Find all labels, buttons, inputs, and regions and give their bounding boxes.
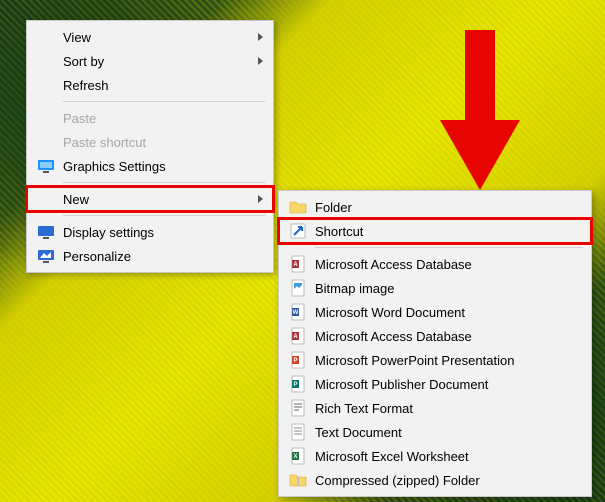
menu-item-personalize[interactable]: Personalize [27, 244, 273, 268]
menu-label: Display settings [63, 225, 154, 240]
bitmap-icon [289, 279, 307, 297]
svg-text:A: A [293, 262, 298, 268]
menu-item-paste: Paste [27, 106, 273, 130]
submenu-item-access-db2[interactable]: A Microsoft Access Database [279, 324, 591, 348]
menu-label: Paste [63, 111, 96, 126]
menu-label: Sort by [63, 54, 104, 69]
access-icon: A [289, 255, 307, 273]
svg-text:W: W [293, 310, 299, 316]
menu-label: Shortcut [315, 224, 363, 239]
menu-item-graphics-settings[interactable]: Graphics Settings [27, 154, 273, 178]
submenu-item-bitmap[interactable]: Bitmap image [279, 276, 591, 300]
svg-text:X: X [293, 454, 297, 460]
menu-label: Compressed (zipped) Folder [315, 473, 480, 488]
svg-text:A: A [293, 334, 298, 340]
menu-label: Refresh [63, 78, 109, 93]
rtf-icon [289, 399, 307, 417]
submenu-item-powerpoint[interactable]: P Microsoft PowerPoint Presentation [279, 348, 591, 372]
powerpoint-icon: P [289, 351, 307, 369]
menu-label: Microsoft PowerPoint Presentation [315, 353, 514, 368]
desktop-context-menu: View Sort by Refresh Paste Paste shortcu… [26, 20, 274, 273]
menu-label: Microsoft Access Database [315, 257, 472, 272]
new-submenu: Folder Shortcut A Microsoft Access Datab… [278, 190, 592, 497]
submenu-item-excel[interactable]: X Microsoft Excel Worksheet [279, 444, 591, 468]
submenu-item-access-db[interactable]: A Microsoft Access Database [279, 252, 591, 276]
display-icon [37, 223, 55, 241]
menu-label: Microsoft Publisher Document [315, 377, 488, 392]
menu-label: View [63, 30, 91, 45]
submenu-item-text[interactable]: Text Document [279, 420, 591, 444]
submenu-item-publisher[interactable]: P Microsoft Publisher Document [279, 372, 591, 396]
menu-label: Microsoft Access Database [315, 329, 472, 344]
publisher-icon: P [289, 375, 307, 393]
separator [63, 101, 265, 102]
excel-icon: X [289, 447, 307, 465]
text-icon [289, 423, 307, 441]
menu-item-paste-shortcut: Paste shortcut [27, 130, 273, 154]
menu-label: Bitmap image [315, 281, 394, 296]
separator [315, 247, 583, 248]
menu-label: Text Document [315, 425, 402, 440]
menu-item-new[interactable]: New [27, 187, 273, 211]
menu-label: New [63, 192, 89, 207]
svg-text:P: P [293, 358, 297, 364]
shortcut-icon [289, 222, 307, 240]
menu-label: Folder [315, 200, 352, 215]
submenu-item-zip[interactable]: Compressed (zipped) Folder [279, 468, 591, 492]
zip-icon [289, 471, 307, 489]
menu-item-view[interactable]: View [27, 25, 273, 49]
folder-icon [289, 198, 307, 216]
separator [63, 182, 265, 183]
submenu-item-word[interactable]: W Microsoft Word Document [279, 300, 591, 324]
submenu-item-rtf[interactable]: Rich Text Format [279, 396, 591, 420]
menu-label: Rich Text Format [315, 401, 413, 416]
svg-text:P: P [293, 382, 297, 388]
separator [63, 215, 265, 216]
menu-label: Graphics Settings [63, 159, 166, 174]
chevron-right-icon [258, 57, 263, 65]
chevron-right-icon [258, 195, 263, 203]
chevron-right-icon [258, 33, 263, 41]
personalize-icon [37, 247, 55, 265]
access-icon: A [289, 327, 307, 345]
word-icon: W [289, 303, 307, 321]
menu-label: Paste shortcut [63, 135, 146, 150]
graphics-icon [37, 157, 55, 175]
menu-label: Microsoft Word Document [315, 305, 465, 320]
submenu-item-folder[interactable]: Folder [279, 195, 591, 219]
menu-item-sortby[interactable]: Sort by [27, 49, 273, 73]
menu-label: Personalize [63, 249, 131, 264]
menu-item-refresh[interactable]: Refresh [27, 73, 273, 97]
submenu-item-shortcut[interactable]: Shortcut [279, 219, 591, 243]
menu-label: Microsoft Excel Worksheet [315, 449, 469, 464]
menu-item-display-settings[interactable]: Display settings [27, 220, 273, 244]
